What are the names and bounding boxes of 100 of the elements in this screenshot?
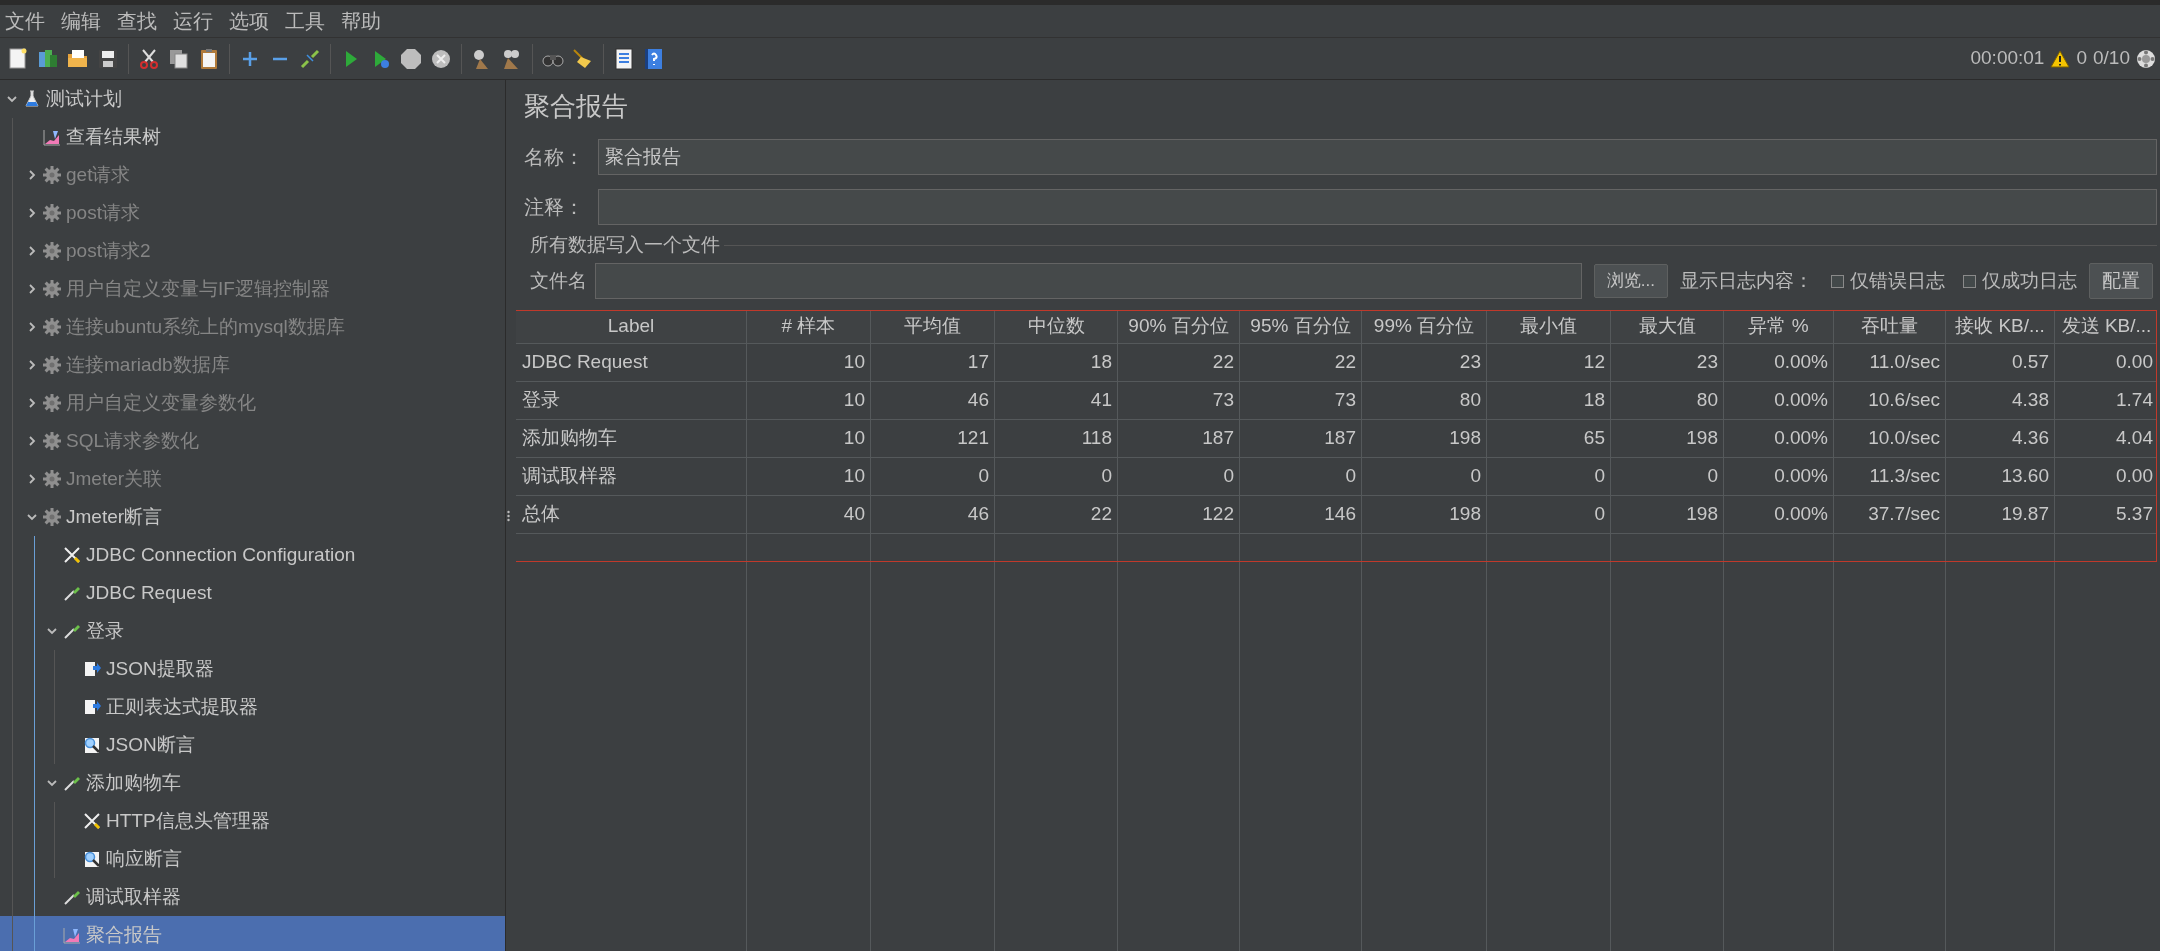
- table-cell-text: 0.57: [2011, 350, 2050, 375]
- table-cell-text: 23: [1458, 350, 1482, 375]
- menu-item[interactable]: 帮助: [340, 6, 382, 36]
- tree-item[interactable]: Jmeter断言: [0, 498, 505, 536]
- tree-item[interactable]: 登录: [0, 612, 505, 650]
- column-header[interactable]: Label: [516, 310, 747, 343]
- column-header[interactable]: 吞吐量: [1834, 310, 1946, 343]
- tree-item[interactable]: 响应断言: [0, 840, 505, 878]
- gear-icon: [42, 203, 62, 223]
- magnifier-icon: [82, 849, 102, 869]
- menu-item[interactable]: 运行: [172, 6, 214, 36]
- table-cell-text: 4.04: [2115, 426, 2154, 451]
- chart-icon: [62, 925, 82, 945]
- table-cell-text: 0: [1706, 464, 1719, 489]
- table-cell-text: 40: [842, 502, 866, 527]
- table-cell-text: 0.00%: [1773, 350, 1829, 375]
- table-cell-text: 65: [1582, 426, 1606, 451]
- column-header[interactable]: 异常 %: [1724, 310, 1834, 343]
- table-cell-text: 4.38: [2011, 388, 2050, 413]
- table-cell-text: 0.00%: [1773, 388, 1829, 413]
- list-icon[interactable]: [612, 46, 636, 71]
- tree-item[interactable]: 查看结果树: [0, 118, 505, 156]
- column-header[interactable]: 95% 百分位: [1240, 310, 1362, 343]
- table-cell-text: 总体: [521, 502, 561, 527]
- table-cell-text: 187: [1201, 426, 1235, 451]
- table-cell-text: 0: [1593, 502, 1606, 527]
- column-header[interactable]: 发送 KB/...: [2055, 310, 2157, 343]
- remote-status-icon[interactable]: [2136, 48, 2156, 69]
- table-cell-text: 10.6/sec: [1867, 388, 1941, 413]
- table-cell-text: 18: [1582, 388, 1606, 413]
- log-label: 显示日志内容：: [1680, 268, 1813, 293]
- table-cell-text: JDBC Request: [521, 350, 649, 375]
- menu-item[interactable]: 工具: [284, 6, 326, 36]
- table-cell-text: 73: [1333, 388, 1357, 413]
- chevron-down-icon[interactable]: [47, 779, 57, 787]
- table-cell-text: 37.7/sec: [1867, 502, 1941, 527]
- table-cell-text: 22: [1333, 350, 1357, 375]
- group-title: 所有数据写入一个文件: [530, 232, 720, 257]
- table-cell-text: 10: [842, 350, 866, 375]
- table-cell-text: 10: [842, 388, 866, 413]
- column-header[interactable]: 最小值: [1487, 310, 1611, 343]
- splitter-grip-icon[interactable]: [506, 509, 510, 522]
- table-cell-text: 0: [1344, 464, 1357, 489]
- chevron-down-icon[interactable]: [47, 627, 57, 635]
- gear-icon: [42, 507, 62, 527]
- warning-count: 0: [2076, 46, 2087, 71]
- table-cell-text: 118: [1080, 426, 1113, 451]
- chart-icon: [42, 127, 62, 147]
- table-cell-text: 13.60: [2000, 464, 2050, 489]
- column-header[interactable]: 平均值: [871, 310, 995, 343]
- menu-item[interactable]: 文件: [4, 6, 46, 36]
- thread-count: 0/10: [2093, 46, 2130, 71]
- checkbox[interactable]: 仅成功日志: [1963, 266, 2077, 296]
- gear-icon: [42, 279, 62, 299]
- menu-item[interactable]: 选项: [228, 6, 270, 36]
- table-cell-text: 22: [1089, 502, 1113, 527]
- menu-item[interactable]: 编辑: [60, 6, 102, 36]
- table-cell-text: 0: [1222, 464, 1235, 489]
- gear-icon: [42, 393, 62, 413]
- tree-item[interactable]: 测试计划: [0, 80, 505, 118]
- table-cell-text: 23: [1695, 350, 1719, 375]
- browse-button[interactable]: 浏览...: [1593, 264, 1668, 298]
- menu-item[interactable]: 查找: [116, 6, 158, 36]
- table-cell-text: 73: [1211, 388, 1235, 413]
- gear-icon: [42, 469, 62, 489]
- tree-item[interactable]: 聚合报告: [0, 916, 505, 951]
- column-header[interactable]: 中位数: [995, 310, 1118, 343]
- table-cell-text: 80: [1458, 388, 1482, 413]
- comment-field[interactable]: [598, 189, 2157, 225]
- column-header[interactable]: 99% 百分位: [1362, 310, 1487, 343]
- config-button[interactable]: 配置: [2089, 263, 2153, 299]
- table-cell-text: 122: [1201, 502, 1235, 527]
- tree-item[interactable]: HTTP信息头管理器: [0, 802, 505, 840]
- stop-icon[interactable]: [399, 46, 423, 71]
- document-arrow-icon: [82, 697, 102, 717]
- column-header[interactable]: 最大值: [1611, 310, 1724, 343]
- tree-item[interactable]: JSON提取器: [0, 650, 505, 688]
- table-cell-text: 添加购物车: [521, 426, 618, 451]
- column-header[interactable]: # 样本: [747, 310, 871, 343]
- checkbox[interactable]: 仅错误日志: [1831, 266, 1945, 296]
- tree-item[interactable]: 调试取样器: [0, 878, 505, 916]
- field-label: 注释：: [524, 195, 585, 220]
- tree-item[interactable]: 添加购物车: [0, 764, 505, 802]
- warning-icon[interactable]: [2050, 49, 2071, 68]
- table-cell-text: 0: [1100, 464, 1113, 489]
- file-name-field[interactable]: [595, 263, 1582, 299]
- column-header[interactable]: 90% 百分位: [1118, 310, 1240, 343]
- table-cell-text: 0.00%: [1773, 464, 1829, 489]
- table-cell-text: 0.00%: [1773, 426, 1829, 451]
- tree-item[interactable]: 正则表达式提取器: [0, 688, 505, 726]
- magnifier-icon: [82, 735, 102, 755]
- column-header[interactable]: 接收 KB/...: [1946, 310, 2055, 343]
- name-field[interactable]: 聚合报告: [598, 139, 2157, 175]
- tree-item[interactable]: JDBC Request: [0, 574, 505, 612]
- chevron-down-icon[interactable]: [27, 513, 37, 521]
- tree-item[interactable]: JSON断言: [0, 726, 505, 764]
- table-cell-text: 10: [842, 426, 866, 451]
- chevron-down-icon[interactable]: [7, 95, 17, 103]
- table-cell-text: 4.36: [2011, 426, 2050, 451]
- tree-item[interactable]: JDBC Connection Configuration: [0, 536, 505, 574]
